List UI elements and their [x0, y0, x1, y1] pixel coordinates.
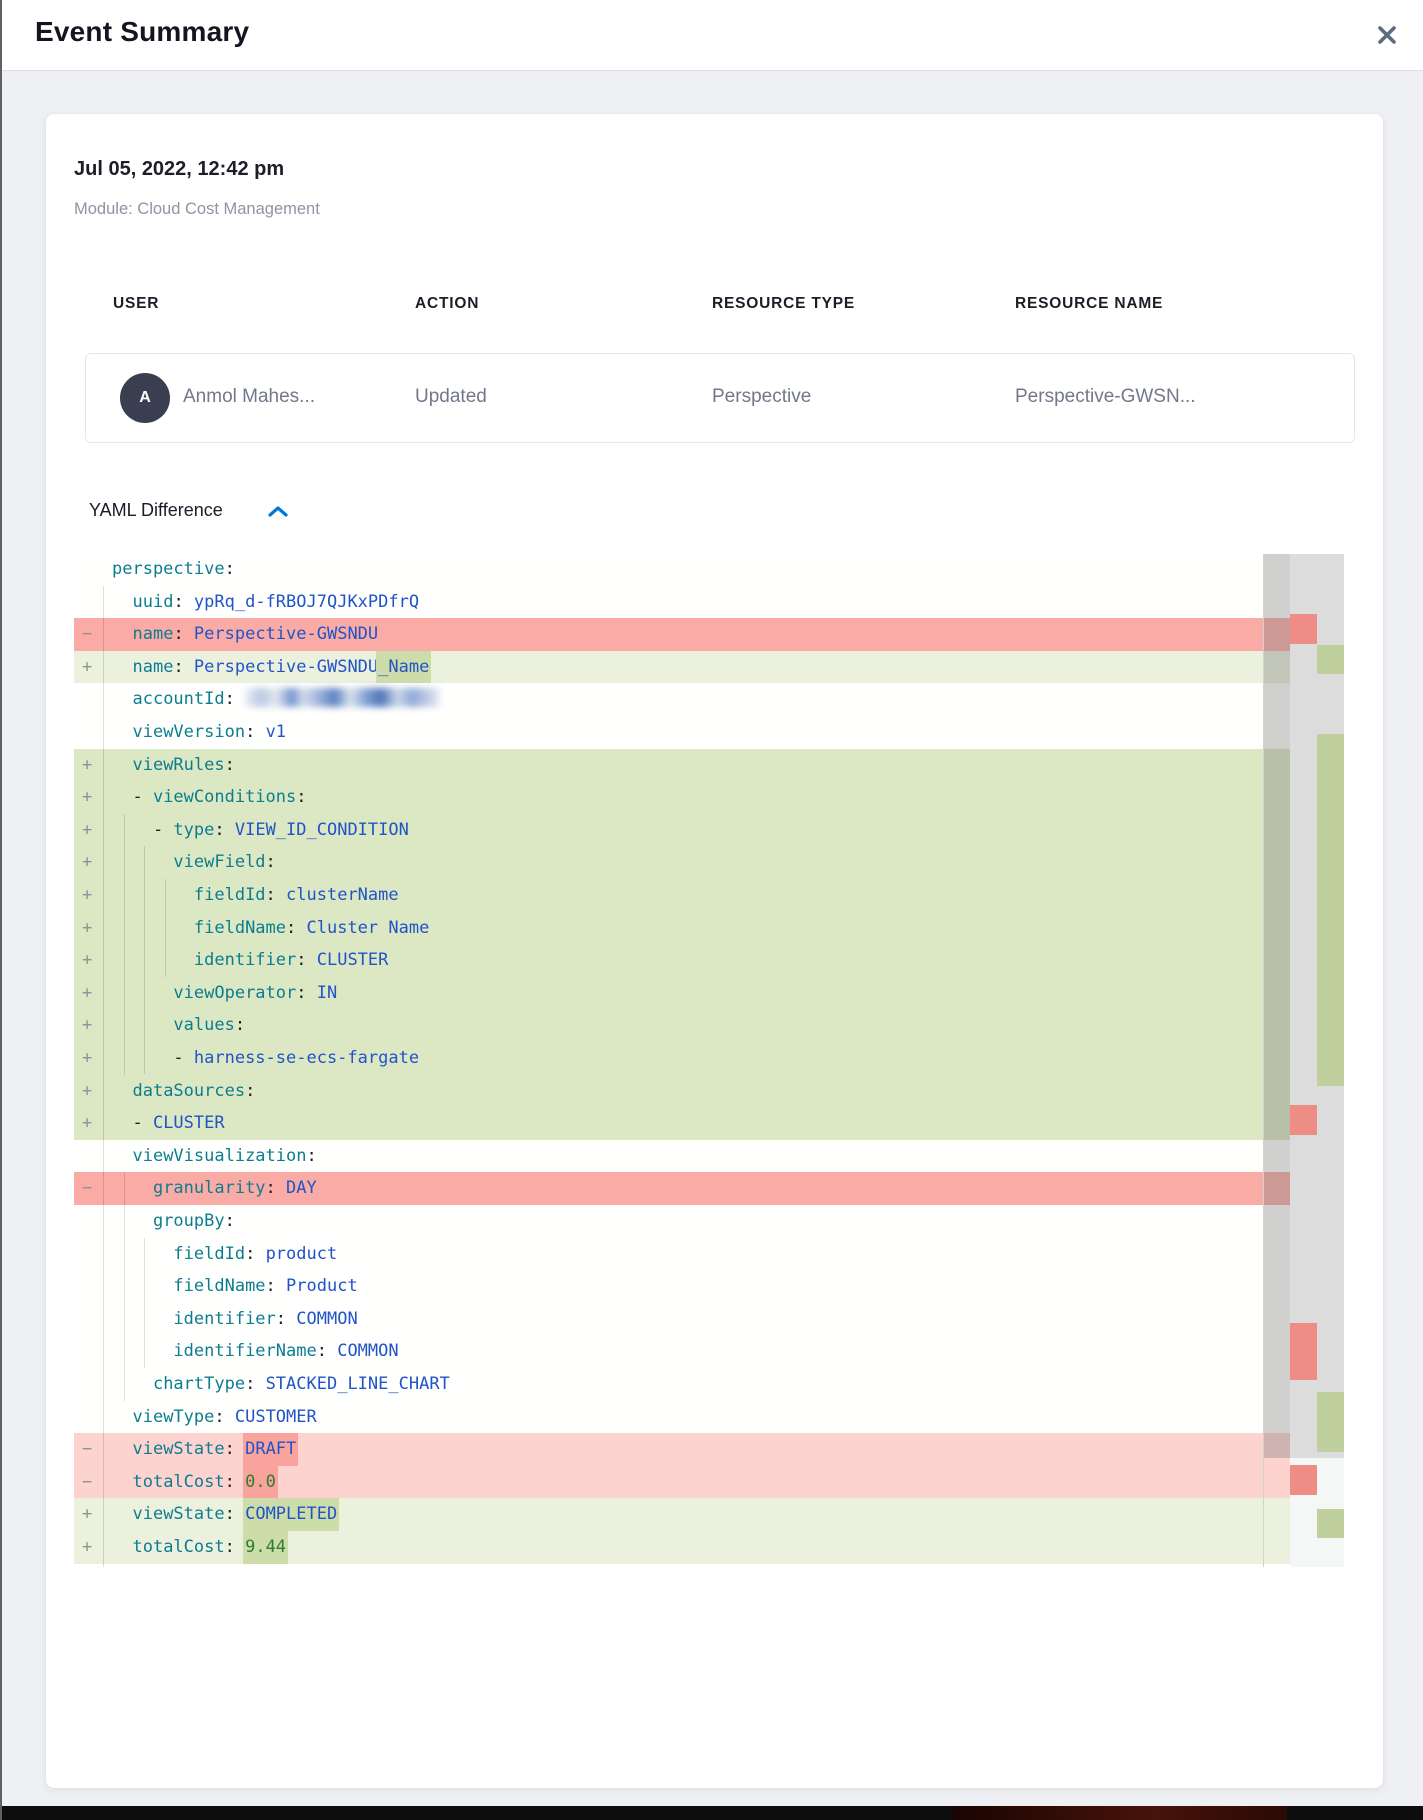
yaml-difference-label: YAML Difference	[89, 500, 223, 521]
added-line-marker: +	[82, 1498, 92, 1531]
added-line-marker: +	[82, 912, 92, 945]
diff-line: viewVisualization:	[74, 1140, 1290, 1173]
audit-row-user: Anmol Mahes...	[183, 386, 315, 408]
column-header: RESOURCE TYPE	[712, 295, 855, 313]
added-line-marker: +	[82, 749, 92, 782]
diff-line: + fieldName: Cluster Name	[74, 912, 1290, 945]
event-module-label: Module: Cloud Cost Management	[74, 200, 320, 219]
diff-line: − name: Perspective-GWSNDU	[74, 618, 1290, 651]
diff-line: identifier: COMMON	[74, 1303, 1290, 1336]
added-line-marker: +	[82, 846, 92, 879]
audit-row-resource-type: Perspective	[712, 386, 811, 408]
diff-line: uuid: ypRq_d-fRBOJ7QJKxPDfrQ	[74, 586, 1290, 619]
diff-line: + viewOperator: IN	[74, 977, 1290, 1010]
event-timestamp: Jul 05, 2022, 12:42 pm	[74, 158, 284, 181]
added-line-marker: +	[82, 944, 92, 977]
ruler-removed-mark	[1290, 1465, 1317, 1495]
diff-line: + viewState: COMPLETED	[74, 1498, 1290, 1531]
event-summary-panel: Event Summary Jul 05, 2022, 12:42 pm Mod…	[0, 0, 1423, 1820]
diff-line: accountId:	[74, 683, 1290, 716]
removed-line-marker: −	[82, 618, 92, 651]
added-line-marker: +	[82, 879, 92, 912]
close-icon[interactable]	[1373, 21, 1401, 49]
removed-line-marker: −	[82, 1466, 92, 1499]
audit-row-action: Updated	[415, 386, 487, 408]
ruler-added-mark	[1317, 1509, 1344, 1538]
indent-guide	[144, 1238, 145, 1368]
bottom-window-edge-segment	[952, 1806, 1287, 1820]
ruler-removed-mark	[1290, 614, 1317, 644]
ruler-added-mark	[1317, 645, 1344, 674]
diff-line: + viewRules:	[74, 749, 1290, 782]
diff-line: + name: Perspective-GWSNDU_Name	[74, 651, 1290, 684]
diff-line: fieldName: Product	[74, 1270, 1290, 1303]
indent-guide	[124, 1172, 125, 1401]
indent-guide	[144, 846, 145, 1074]
diff-line: + - viewConditions:	[74, 781, 1290, 814]
indent-guide	[103, 586, 104, 1567]
scrollbar-thumb[interactable]	[1264, 554, 1290, 1458]
chevron-up-icon[interactable]	[267, 504, 289, 525]
diff-line: + viewField:	[74, 846, 1290, 879]
added-line-marker: +	[82, 977, 92, 1010]
yaml-diff-viewer[interactable]: perspective: uuid: ypRq_d-fRBOJ7QJKxPDfr…	[74, 553, 1344, 1567]
bottom-window-edge	[2, 1806, 1423, 1820]
added-line-marker: +	[82, 781, 92, 814]
ruler-added-mark	[1317, 1392, 1344, 1452]
diff-line: + values:	[74, 1009, 1290, 1042]
added-line-marker: +	[82, 1075, 92, 1108]
diff-line: createdAt: 1657005121653	[74, 1564, 1290, 1567]
removed-line-marker: −	[82, 1433, 92, 1466]
added-line-marker: +	[82, 1009, 92, 1042]
removed-line-marker: −	[82, 1172, 92, 1205]
diff-line: + - harness-se-ecs-fargate	[74, 1042, 1290, 1075]
added-line-marker: +	[82, 1042, 92, 1075]
column-header: ACTION	[415, 295, 479, 313]
avatar: A	[120, 373, 170, 423]
diff-line: − granularity: DAY	[74, 1172, 1290, 1205]
diff-line: + fieldId: clusterName	[74, 879, 1290, 912]
diff-line: + identifier: CLUSTER	[74, 944, 1290, 977]
ruler-removed-mark	[1290, 1323, 1317, 1380]
ruler-removed-mark	[1290, 1105, 1317, 1135]
diff-line: + dataSources:	[74, 1075, 1290, 1108]
diff-line: viewType: CUSTOMER	[74, 1401, 1290, 1434]
diff-line: chartType: STACKED_LINE_CHART	[74, 1368, 1290, 1401]
panel-header: Event Summary	[2, 0, 1423, 71]
diff-line: fieldId: product	[74, 1238, 1290, 1271]
diff-line: − totalCost: 0.0	[74, 1466, 1290, 1499]
diff-line: groupBy:	[74, 1205, 1290, 1238]
page-title: Event Summary	[35, 16, 249, 48]
diff-line: + - CLUSTER	[74, 1107, 1290, 1140]
diff-line: − viewState: DRAFT	[74, 1433, 1290, 1466]
diff-line: + - type: VIEW_ID_CONDITION	[74, 814, 1290, 847]
diff-line: perspective:	[74, 553, 1290, 586]
diff-line: identifierName: COMMON	[74, 1335, 1290, 1368]
redacted-account-id	[245, 688, 440, 707]
ruler-added-mark	[1317, 734, 1344, 1086]
column-header: USER	[113, 295, 159, 313]
column-header: RESOURCE NAME	[1015, 295, 1163, 313]
audit-row-resource-name: Perspective-GWSN...	[1015, 386, 1196, 408]
diff-line: + totalCost: 9.44	[74, 1531, 1290, 1564]
added-line-marker: +	[82, 1107, 92, 1140]
indent-guide	[124, 814, 125, 1075]
indent-guide	[165, 879, 166, 977]
diff-line: viewVersion: v1	[74, 716, 1290, 749]
added-line-marker: +	[82, 1531, 92, 1564]
added-line-marker: +	[82, 814, 92, 847]
added-line-marker: +	[82, 651, 92, 684]
